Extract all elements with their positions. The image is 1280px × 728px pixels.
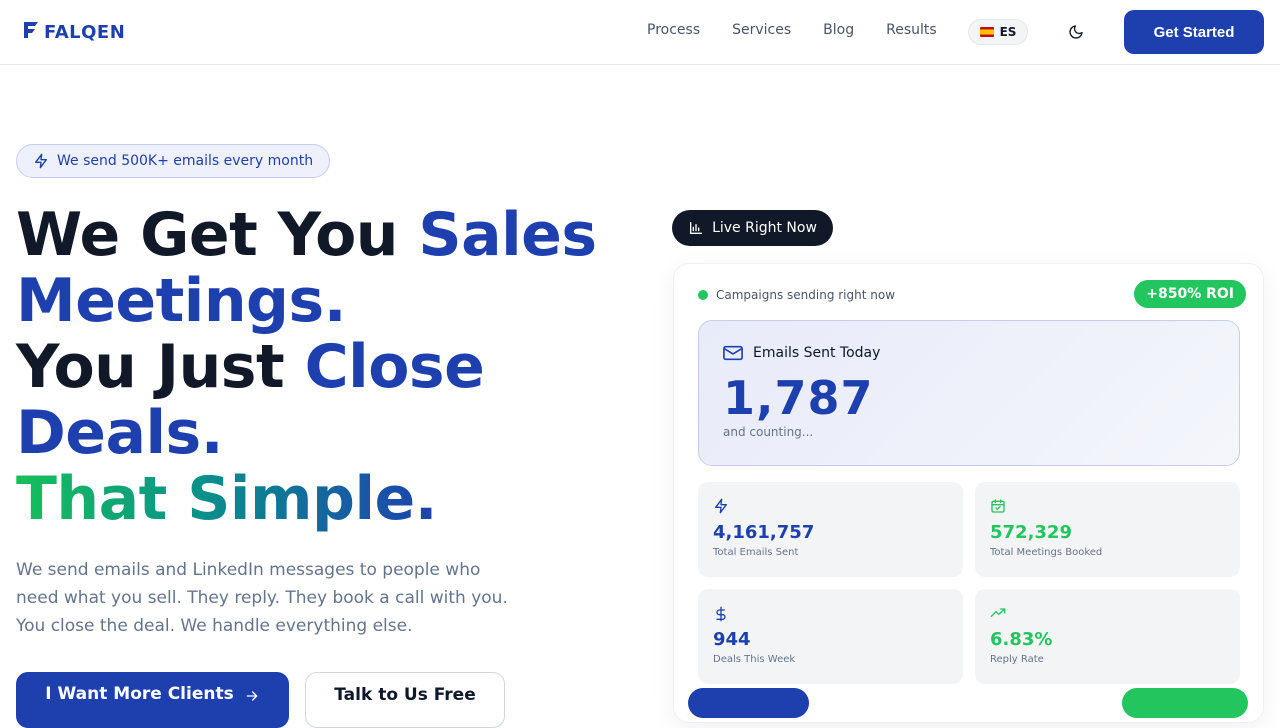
hero-headline: We Get You Sales Meetings. You Just Clos…: [16, 202, 597, 532]
floating-pill-green: [1122, 688, 1248, 718]
stat-total-emails: 4,161,757 Total Emails Sent: [698, 482, 963, 577]
stat-total-meetings: 572,329 Total Meetings Booked: [975, 482, 1240, 577]
headline-highlight: Meetings.: [16, 266, 347, 336]
hero-badge-text: We send 500K+ emails every month: [57, 153, 314, 169]
brand-logo[interactable]: FALQEN: [22, 20, 125, 44]
headline-part: You Just: [16, 332, 305, 402]
primary-cta-label: I Want More Clients: [45, 684, 234, 704]
dollar-icon: [713, 605, 729, 627]
nav-link-services[interactable]: Services: [732, 22, 791, 38]
stat-value: 572,329: [990, 522, 1072, 543]
stat-label: Total Emails Sent: [713, 547, 799, 558]
falqen-logo-icon: [22, 20, 40, 44]
stat-label: Deals This Week: [713, 654, 796, 665]
nav-link-process[interactable]: Process: [647, 22, 700, 38]
emails-today-sub: and counting...: [723, 425, 814, 439]
emails-today-value: 1,787: [723, 371, 874, 425]
emails-today-label: Emails Sent Today: [753, 345, 881, 361]
top-navbar: FALQEN Process Services Blog Results ES …: [0, 0, 1280, 65]
bolt-icon: [713, 498, 729, 518]
stat-label: Total Meetings Booked: [990, 547, 1103, 558]
nav-link-blog[interactable]: Blog: [823, 22, 854, 38]
headline-highlight: Deals.: [16, 398, 224, 468]
live-label: Live Right Now: [712, 220, 817, 236]
campaign-status-text: Campaigns sending right now: [716, 288, 896, 302]
campaign-status: Campaigns sending right now: [698, 288, 895, 302]
trending-up-icon: [990, 605, 1006, 625]
mail-icon: [723, 345, 743, 361]
stat-value: 6.83%: [990, 629, 1053, 650]
calendar-check-icon: [990, 498, 1006, 518]
hero-subtitle: We send emails and LinkedIn messages to …: [16, 560, 508, 636]
headline-highlight: Close: [304, 332, 485, 402]
hero-badge: We send 500K+ emails every month: [16, 144, 331, 178]
live-indicator: Live Right Now: [672, 210, 833, 246]
language-switcher[interactable]: ES: [968, 19, 1028, 45]
want-more-clients-button[interactable]: I Want More Clients: [16, 672, 289, 728]
headline-highlight: Sales: [418, 200, 597, 270]
spain-flag-icon: [979, 27, 994, 37]
bolt-icon: [35, 153, 47, 169]
emails-today-header: Emails Sent Today: [723, 345, 880, 361]
stat-reply-rate: 6.83% Reply Rate: [975, 589, 1240, 684]
language-code: ES: [999, 25, 1017, 39]
stat-label: Reply Rate: [990, 654, 1044, 665]
roi-badge: +850% ROI: [1134, 280, 1246, 308]
stat-value: 4,161,757: [713, 522, 815, 543]
get-started-button[interactable]: Get Started: [1124, 10, 1264, 54]
bar-chart-icon: [690, 222, 703, 234]
stats-dashboard-card: Campaigns sending right now +850% ROI Em…: [673, 263, 1264, 723]
headline-part: We Get You: [16, 200, 419, 270]
stat-value: 944: [713, 629, 751, 650]
brand-name: FALQEN: [44, 21, 126, 43]
main-nav: Process Services Blog Results: [647, 22, 937, 38]
stat-deals-week: 944 Deals This Week: [698, 589, 963, 684]
status-dot: [698, 290, 708, 300]
nav-link-results[interactable]: Results: [886, 22, 937, 38]
talk-to-us-button[interactable]: Talk to Us Free: [305, 672, 505, 728]
arrow-right-icon: [246, 691, 258, 701]
floating-pill-blue: [688, 688, 809, 718]
moon-icon: [1069, 25, 1083, 39]
theme-toggle[interactable]: [1066, 22, 1086, 42]
headline-gradient: That Simple.: [16, 464, 438, 534]
emails-today-panel: Emails Sent Today 1,787 and counting...: [698, 320, 1240, 466]
